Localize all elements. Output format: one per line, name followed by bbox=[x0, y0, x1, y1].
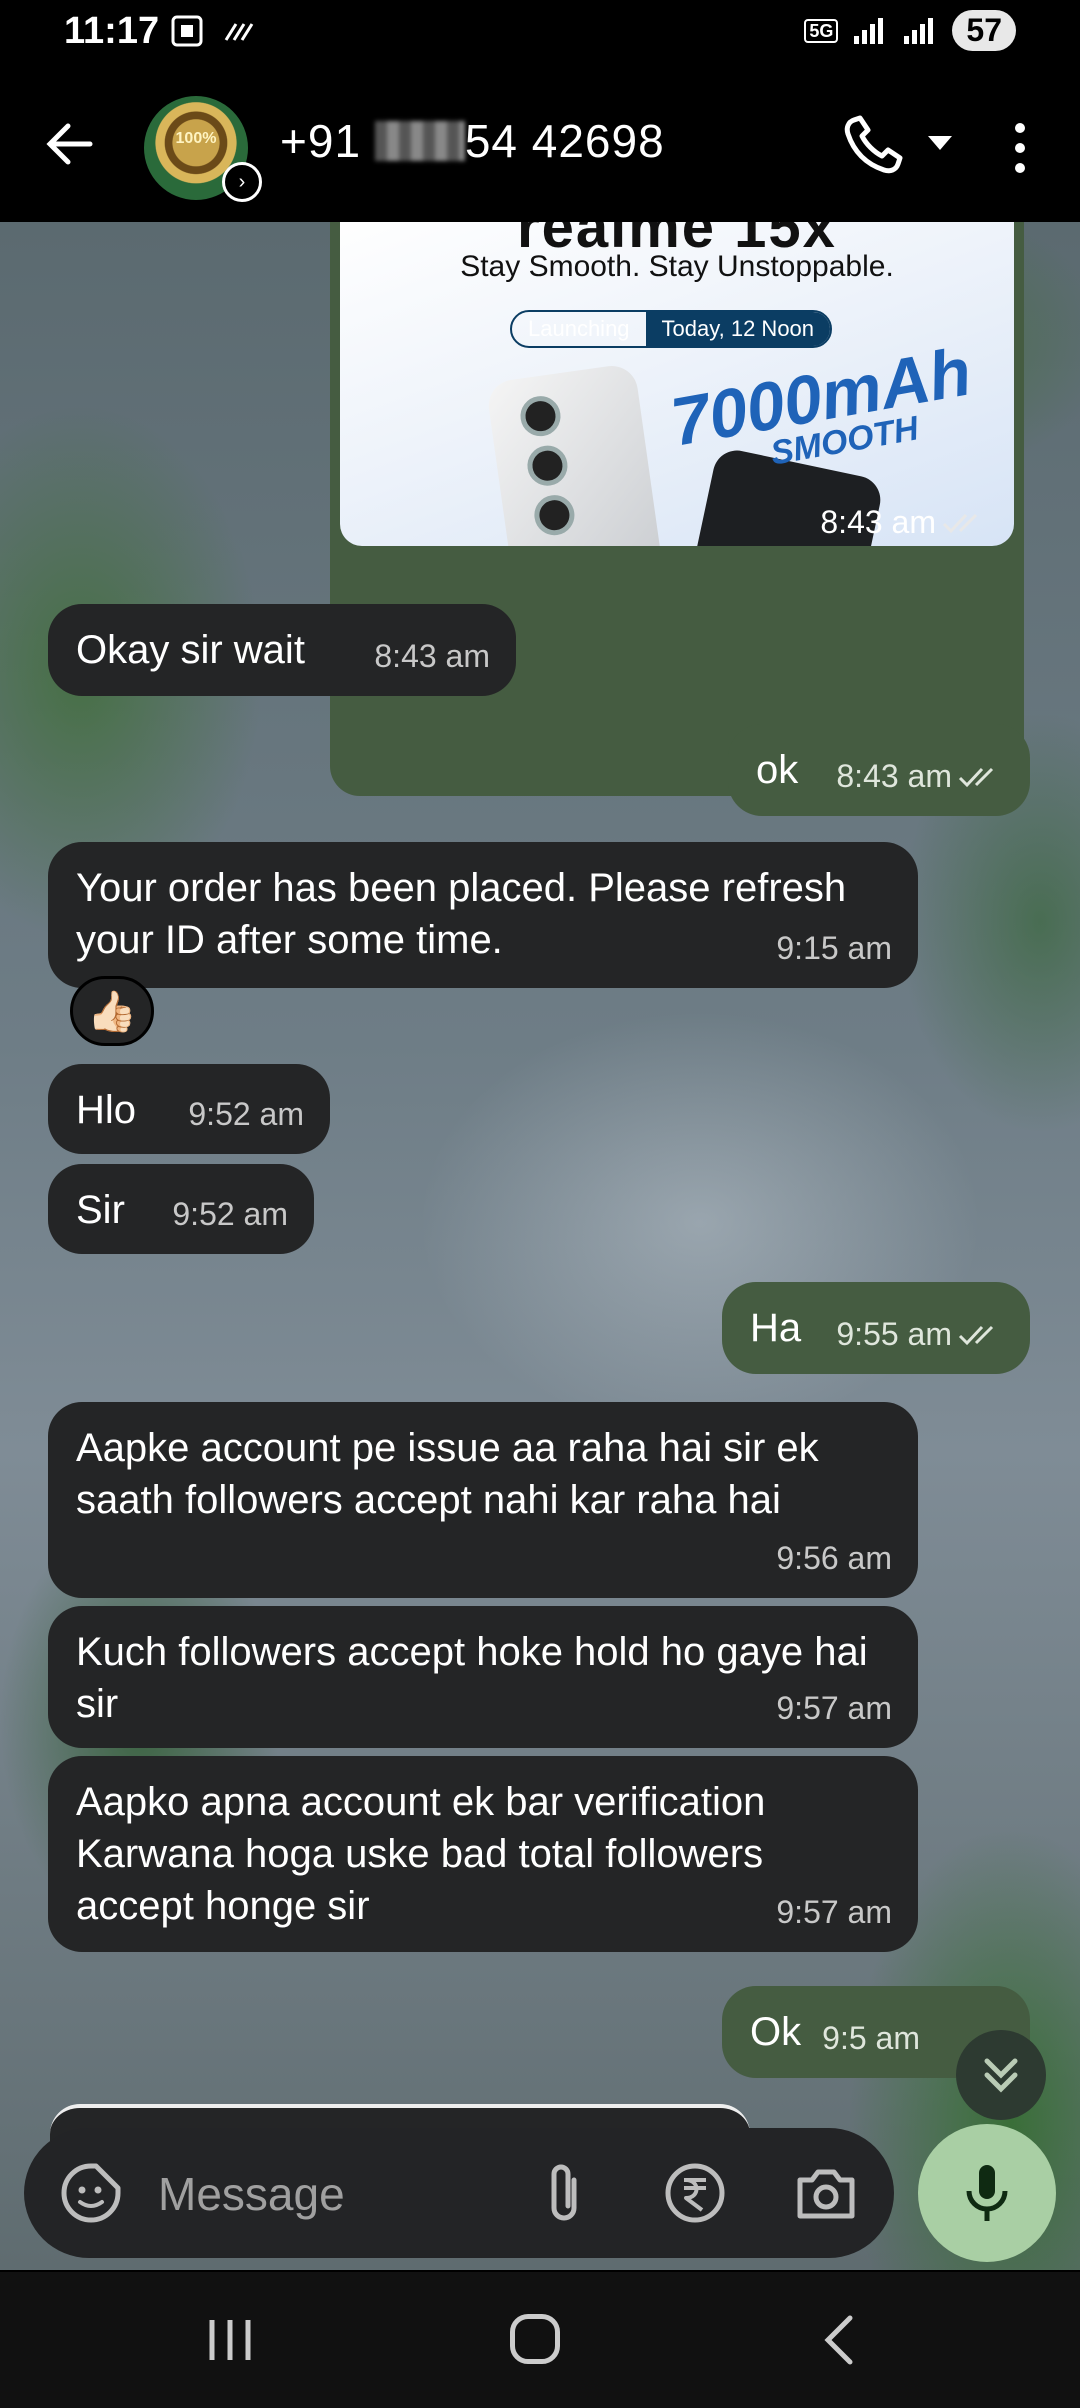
status-bar: 11:17 5G 57 bbox=[0, 0, 1080, 70]
message-text: Okay sir wait bbox=[76, 628, 305, 672]
message-time: 9:57 am bbox=[776, 1894, 892, 1930]
status-time: 11:17 bbox=[64, 10, 160, 52]
read-ticks-icon bbox=[958, 1325, 994, 1346]
message-time: 9:56 am bbox=[776, 1540, 892, 1576]
message-time: 8:43 am bbox=[836, 750, 1004, 802]
read-ticks-icon bbox=[942, 513, 978, 534]
chat-header: 100% › +91 54 42698 bbox=[0, 70, 1080, 222]
contact-number[interactable]: +91 54 42698 bbox=[280, 114, 665, 168]
message-input[interactable] bbox=[158, 2164, 518, 2224]
message-text: Your order has been placed. Please refre… bbox=[76, 866, 847, 962]
message-time: 9:55 am bbox=[836, 1308, 1004, 1360]
avatar-label: 100% bbox=[175, 130, 217, 147]
signal-icon bbox=[854, 17, 884, 44]
message-time: 9:5 am bbox=[822, 2020, 920, 2056]
message-time: 9:57 am bbox=[776, 1690, 892, 1726]
contact-prefix: +91 bbox=[280, 115, 362, 167]
message-incoming[interactable]: Aapko apna account ek bar verification K… bbox=[48, 1756, 918, 1952]
promo-tagline: Stay Smooth. Stay Unstoppable. bbox=[460, 250, 894, 283]
message-outgoing[interactable]: Ha 9:55 am bbox=[722, 1282, 1030, 1374]
chat-area[interactable]: realme 15x Stay Smooth. Stay Unstoppable… bbox=[0, 222, 1080, 2270]
image-message[interactable]: realme 15x Stay Smooth. Stay Unstoppable… bbox=[330, 222, 1024, 796]
message-time: 9:52 am bbox=[172, 1196, 288, 1232]
promo-pill-right: Today, 12 Noon bbox=[645, 312, 831, 346]
message-text: Hlo bbox=[76, 1088, 137, 1132]
chevrons-down-icon bbox=[984, 2058, 1018, 2093]
read-ticks-icon bbox=[958, 767, 994, 788]
compose-bar bbox=[24, 2128, 894, 2258]
contact-suffix: 54 42698 bbox=[464, 115, 665, 167]
call-options-caret-icon[interactable] bbox=[928, 136, 952, 150]
message-incoming[interactable]: Kuch followers accept hoke hold ho gaye … bbox=[48, 1606, 918, 1748]
message-time: 8:43 am bbox=[374, 638, 490, 674]
phone-render-white bbox=[485, 362, 665, 546]
screenshot-icon bbox=[171, 15, 203, 47]
message-incoming[interactable]: Aapke account pe issue aa raha hai sir e… bbox=[48, 1402, 918, 1598]
promo-image[interactable]: realme 15x Stay Smooth. Stay Unstoppable… bbox=[340, 222, 1014, 546]
rupee-icon[interactable] bbox=[664, 2162, 726, 2224]
message-text: Aapko apna account ek bar verification K… bbox=[76, 1780, 766, 1928]
battery-level: 57 bbox=[952, 10, 1016, 51]
message-outgoing[interactable]: ok 8:43 am bbox=[728, 724, 1030, 816]
message-time: 9:15 am bbox=[776, 930, 892, 966]
message-text: Sir bbox=[76, 1188, 125, 1232]
message-incoming[interactable]: Hlo 9:52 am bbox=[48, 1064, 330, 1154]
phone-icon[interactable] bbox=[840, 112, 906, 178]
message-incoming[interactable]: Your order has been placed. Please refre… bbox=[48, 842, 918, 988]
microphone-button[interactable] bbox=[918, 2124, 1056, 2262]
reaction-thumbs-up[interactable]: 👍🏻 bbox=[70, 976, 154, 1046]
recent-apps-icon[interactable] bbox=[200, 2316, 260, 2364]
camera-icon[interactable] bbox=[794, 2164, 858, 2222]
message-text: Ha bbox=[750, 1306, 802, 1350]
scroll-to-bottom-button[interactable] bbox=[956, 2030, 1046, 2120]
chevron-right-icon[interactable]: › bbox=[222, 162, 262, 202]
message-time: 8:43 am bbox=[820, 504, 988, 541]
home-icon[interactable] bbox=[510, 2314, 560, 2364]
message-text: Kuch followers accept hoke hold ho gaye … bbox=[76, 1630, 868, 1726]
message-text: Ok bbox=[750, 2010, 802, 2054]
back-arrow-icon[interactable] bbox=[40, 114, 100, 174]
promo-launch-pill: Launching Today, 12 Noon bbox=[510, 310, 833, 348]
message-text: ok bbox=[756, 748, 799, 792]
message-time: 9:52 am bbox=[188, 1096, 304, 1132]
network-type: 5G bbox=[804, 18, 839, 43]
message-incoming[interactable]: Sir 9:52 am bbox=[48, 1164, 314, 1254]
promo-pill-left: Launching bbox=[528, 316, 630, 341]
redacted-digits bbox=[374, 121, 465, 161]
signal-icon-2 bbox=[904, 17, 934, 44]
system-nav-bar bbox=[0, 2272, 1080, 2408]
message-text: Aapke account pe issue aa raha hai sir e… bbox=[76, 1426, 819, 1522]
more-vertical-icon[interactable] bbox=[1000, 118, 1040, 178]
paperclip-icon[interactable] bbox=[534, 2160, 598, 2226]
microphone-icon bbox=[966, 2165, 1008, 2221]
nfc-icon bbox=[224, 23, 254, 41]
emoji-sticker-icon[interactable] bbox=[60, 2162, 122, 2224]
nav-back-icon[interactable] bbox=[818, 2312, 858, 2368]
message-incoming[interactable]: Okay sir wait 8:43 am bbox=[48, 604, 516, 696]
